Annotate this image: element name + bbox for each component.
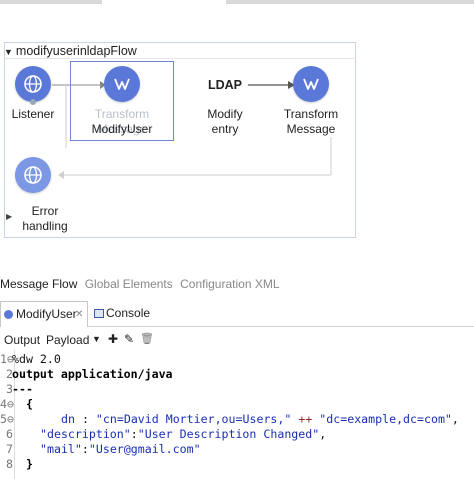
code-line-8: } — [26, 457, 33, 471]
colon: : — [74, 412, 96, 426]
tab-message-flow[interactable]: Message Flow — [0, 277, 77, 291]
colon: : — [81, 442, 89, 456]
transform2-label-1: Transform — [283, 107, 339, 121]
ldap-connector-label[interactable]: LDAP — [203, 78, 247, 93]
output-label: Output — [4, 333, 41, 347]
code-line-3: --- — [12, 382, 33, 396]
description-value: "User Description Changed" — [137, 427, 320, 441]
add-icon[interactable]: ✚ — [108, 332, 118, 346]
line-number: 5⊖ — [0, 412, 14, 426]
description-key: "description" — [40, 427, 131, 441]
payload-selector[interactable]: Payload — [46, 333, 89, 347]
colon: : — [130, 427, 138, 441]
concat-operator: ++ — [291, 412, 320, 426]
code-line-6: "description":"User Description Changed"… — [40, 427, 326, 441]
error-handling-label-2[interactable]: handling — [14, 219, 76, 234]
transform1-name-label: ModifyUser — [91, 122, 153, 136]
delete-trash-icon[interactable]: 🗑 — [140, 332, 154, 345]
edit-pencil-icon[interactable]: ✎ — [124, 332, 134, 346]
source-dot-icon — [30, 99, 36, 105]
tab-modifyuser-label: ModifyUser — [16, 307, 77, 321]
listener-globe-icon[interactable] — [15, 66, 51, 102]
modify-entry-label-2: entry — [211, 122, 239, 136]
editor-tab-bar: ModifyUser ✕ Console — [0, 301, 474, 327]
line-number: 4⊖ — [0, 397, 14, 411]
bottom-tab-strip: Message Flow Global Elements Configurati… — [0, 277, 284, 291]
mail-key: "mail" — [40, 442, 82, 456]
console-icon — [94, 309, 104, 318]
error-handling-globe-icon[interactable] — [15, 157, 51, 193]
code-line-7: "mail":"User@gmail.com" — [40, 442, 201, 456]
dropdown-chevron-icon[interactable]: ▼ — [92, 334, 101, 344]
tab-global-elements[interactable]: Global Elements — [85, 277, 173, 291]
listener-label: Listener — [11, 107, 55, 121]
code-line-4: { — [26, 397, 33, 411]
line-number: 8 — [6, 457, 13, 471]
mail-value: "User@gmail.com" — [88, 442, 201, 456]
transform-tab-icon — [4, 310, 13, 319]
code-line-5: dn : "cn=David Mortier,ou=Users," ++ "dc… — [61, 412, 459, 426]
modify-entry-label-1: Modify — [207, 107, 243, 121]
tab-configuration-xml[interactable]: Configuration XML — [180, 277, 279, 291]
comma: , — [319, 427, 327, 441]
error-handling-label-1[interactable]: Error — [14, 204, 76, 219]
tab-console-label: Console — [106, 306, 151, 320]
transform-message-icon[interactable] — [104, 66, 140, 102]
dn-string-1: "cn=David Mortier,ou=Users," — [95, 412, 292, 426]
dataweave-code-editor[interactable]: 1⊖ 2 3 4⊖ 5⊖ 6 7 8 %dw 2.0 output applic… — [0, 350, 474, 479]
code-line-2: output application/java — [12, 367, 173, 381]
close-icon[interactable]: ✕ — [75, 302, 83, 327]
dn-key: dn — [61, 412, 75, 426]
comma: , — [451, 412, 459, 426]
transform-message-2-icon[interactable] — [293, 66, 329, 102]
transform2-label-2: Message — [286, 122, 336, 136]
tab-modifyuser[interactable]: ModifyUser ✕ — [0, 301, 88, 327]
code-line-1: %dw 2.0 — [12, 352, 61, 366]
expand-triangle-icon[interactable]: ▶ — [6, 212, 12, 221]
line-number: 6 — [6, 427, 13, 441]
line-number: 7 — [6, 442, 13, 456]
dn-string-2: "dc=example,dc=com" — [319, 412, 452, 426]
